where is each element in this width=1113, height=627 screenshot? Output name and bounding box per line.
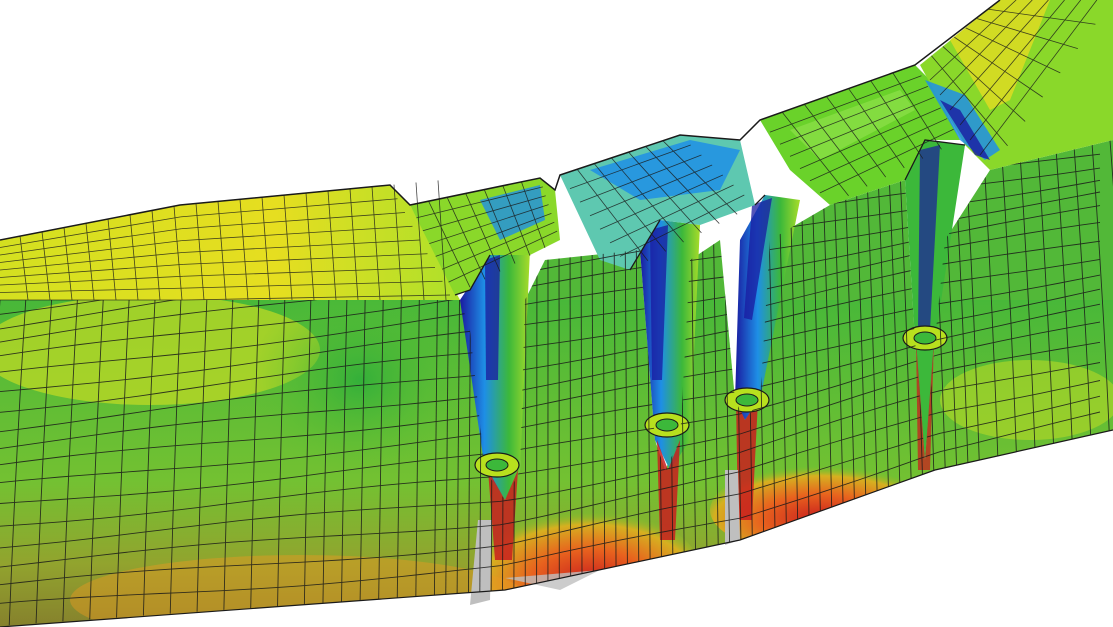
- fea-contour-render: [0, 0, 1113, 627]
- fea-viewport[interactable]: [0, 0, 1113, 627]
- mesh-line: [569, 218, 572, 577]
